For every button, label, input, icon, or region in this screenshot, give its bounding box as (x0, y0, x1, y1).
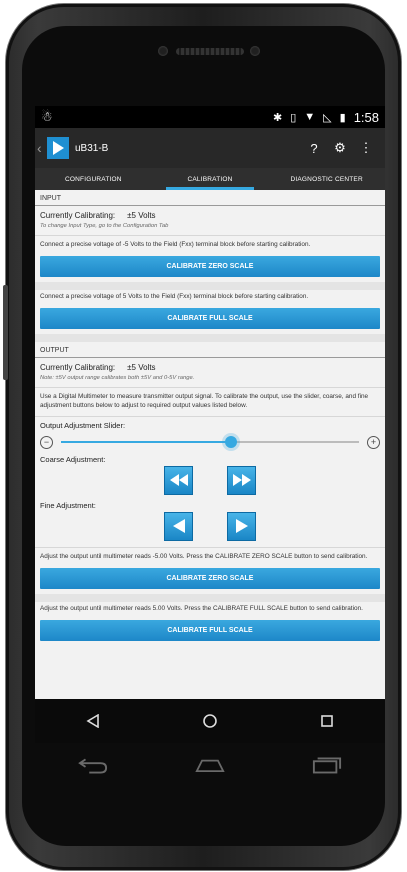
section-gap (35, 333, 385, 342)
fine-decrease-button[interactable] (164, 511, 193, 541)
nav-recents-button[interactable] (312, 706, 342, 736)
hw-back-button[interactable] (78, 750, 108, 780)
tab-calibration[interactable]: CALIBRATION (152, 168, 269, 190)
hw-home-button[interactable] (195, 750, 225, 780)
no-signal-icon: ◺ (323, 111, 332, 124)
right-arrow-icon (235, 519, 248, 534)
hw-recents-button[interactable] (312, 750, 342, 780)
slider-label: Output Adjustment Slider: (40, 420, 126, 430)
minus-circle-icon[interactable]: − (40, 435, 53, 449)
output-note: Note: ±5V output range calibrates both ±… (40, 374, 195, 381)
nav-home-button[interactable] (195, 706, 225, 736)
output-calibrating-row: Currently Calibrating: ±5 Volts (35, 360, 385, 375)
double-right-arrow-icon (232, 474, 251, 487)
divider (35, 235, 385, 236)
recents-stack-icon (312, 757, 341, 774)
status-time: 1:58 (353, 109, 379, 125)
device-screen: ☃ ✱ ▯ ▼ ◺ ▮ 1:58 ‹ uB31-B ? ⚙ ⋮ CONFIGUR… (35, 106, 385, 699)
output-instruction: Use a Digital Multimeter to measure tran… (40, 392, 369, 409)
coarse-buttons (35, 465, 385, 499)
section-gap (35, 281, 385, 290)
divider (35, 415, 385, 417)
app-title: uB31-B (75, 142, 109, 154)
help-button[interactable]: ? (301, 141, 327, 156)
fine-increase-button[interactable] (227, 511, 256, 541)
slider-fill (61, 441, 231, 444)
input-calibrating-value: ±5 Volts (127, 211, 156, 220)
output-slider-row: − + (35, 432, 385, 453)
input-calibrate-zero-button[interactable]: CALIBRATE ZERO SCALE (40, 255, 380, 277)
input-calibrating-row: Currently Calibrating: ±5 Volts (35, 208, 385, 223)
output-zero-instruction: Adjust the output until multimeter reads… (40, 552, 368, 560)
output-calibrate-full-button[interactable]: CALIBRATE FULL SCALE (40, 619, 380, 641)
calibration-content[interactable]: INPUT Currently Calibrating: ±5 Volts To… (35, 190, 385, 641)
coarse-adjustment-label: Coarse Adjustment: (40, 454, 106, 464)
section-gap (35, 593, 385, 602)
overflow-menu-icon[interactable]: ⋮ (353, 140, 379, 156)
output-calibrating-value: ±5 Volts (127, 362, 156, 372)
tab-bar: CONFIGURATION CALIBRATION DIAGNOSTIC CEN… (35, 168, 385, 190)
coarse-increase-button[interactable] (227, 465, 256, 495)
front-camera (250, 46, 260, 56)
output-calibrating-label: Currently Calibrating: (40, 362, 116, 372)
input-note: To change Input Type, go to the Configur… (40, 223, 169, 229)
back-triangle-icon (86, 714, 100, 728)
input-full-instruction: Connect a precise voltage of 5 Volts to … (40, 292, 309, 300)
fine-adjustment-label: Fine Adjustment: (40, 500, 96, 510)
proximity-sensor (158, 46, 168, 56)
battery-icon: ▮ (339, 111, 346, 124)
input-calibrating-label: Currently Calibrating: (40, 211, 116, 220)
home-house-icon (195, 759, 225, 773)
home-circle-icon (203, 714, 217, 728)
divider (35, 386, 385, 388)
action-bar: ‹ uB31-B ? ⚙ ⋮ (35, 128, 385, 168)
input-zero-instruction: Connect a precise voltage of -5 Volts to… (40, 241, 311, 248)
earpiece-speaker (176, 48, 244, 55)
left-arrow-icon (172, 519, 185, 534)
settings-gear-icon[interactable]: ⚙ (327, 140, 353, 156)
input-calibrate-full-button[interactable]: CALIBRATE FULL SCALE (40, 307, 380, 329)
nav-back-button[interactable] (78, 706, 108, 736)
tab-configuration[interactable]: CONFIGURATION (35, 168, 152, 190)
double-left-arrow-icon (169, 474, 188, 487)
coarse-decrease-button[interactable] (164, 465, 193, 495)
divider (35, 546, 385, 548)
up-navigation-icon[interactable]: ‹ (37, 140, 45, 156)
recents-square-icon (320, 715, 333, 727)
status-bar: ☃ ✱ ▯ ▼ ◺ ▮ 1:58 (35, 106, 385, 128)
output-section-header: OUTPUT (35, 342, 385, 358)
wifi-icon: ▼ (304, 111, 316, 123)
bluetooth-icon: ✱ (272, 111, 283, 124)
app-logo-icon[interactable] (47, 137, 69, 159)
android-notification-icon: ☃ (41, 109, 53, 124)
hardware-buttons (35, 745, 385, 785)
output-calibrate-zero-button[interactable]: CALIBRATE ZERO SCALE (40, 567, 380, 589)
fine-buttons (35, 511, 385, 545)
input-section-header: INPUT (35, 190, 385, 206)
volume-button (3, 285, 8, 380)
back-arrow-icon (78, 758, 108, 774)
output-adjustment-slider[interactable] (61, 436, 359, 449)
plus-circle-icon[interactable]: + (367, 435, 380, 449)
android-nav-bar (35, 699, 385, 743)
vibrate-icon: ▯ (290, 111, 297, 124)
slider-thumb[interactable] (224, 436, 237, 449)
output-full-instruction: Adjust the output until multimeter reads… (40, 604, 363, 612)
tab-diagnostic-center[interactable]: DIAGNOSTIC CENTER (268, 168, 385, 190)
